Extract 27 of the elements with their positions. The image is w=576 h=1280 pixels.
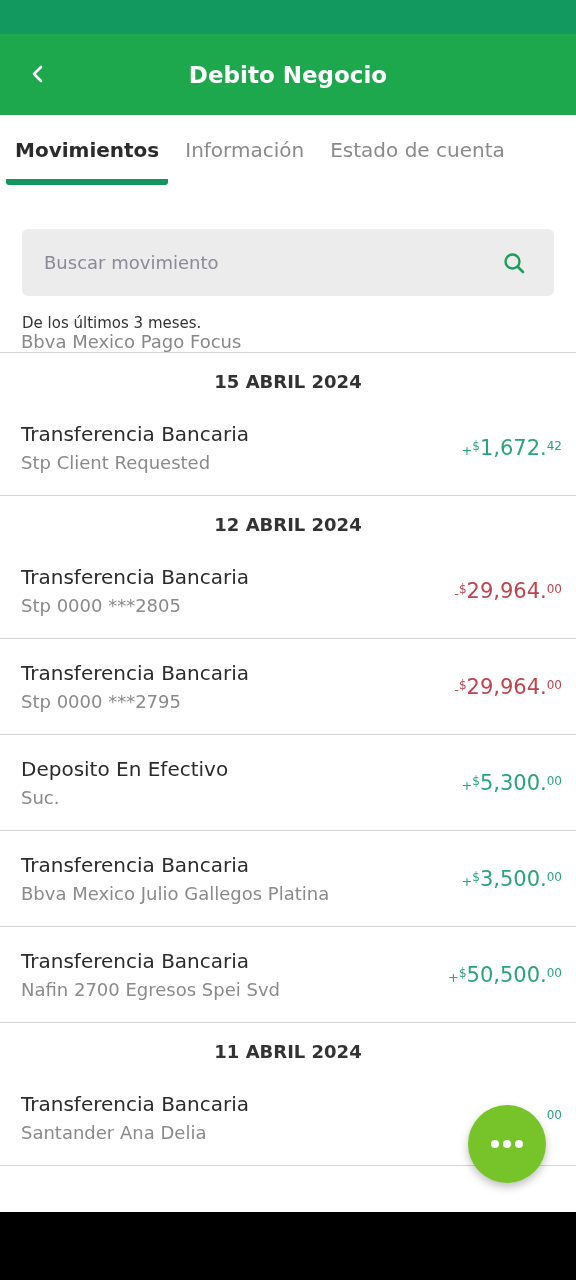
transaction-detail: Stp 0000 ***2795 — [21, 691, 182, 712]
search-icon — [502, 251, 526, 275]
date-heading: 12 ABRIL 2024 — [213, 513, 363, 537]
transaction-title: Transferencia Bancaria — [21, 565, 250, 589]
transaction-detail: Suc. — [21, 787, 61, 808]
back-icon — [30, 64, 44, 84]
transaction-amount: 00 — [546, 1107, 562, 1124]
more-icon — [490, 1139, 524, 1149]
period-note: De los últimos 3 meses. — [21, 313, 203, 332]
transaction-title: Deposito En Efectivo — [21, 757, 229, 781]
more-button[interactable] — [468, 1105, 546, 1183]
transaction-detail: Bbva Mexico Julio Gallegos Platina — [21, 883, 330, 904]
transaction-title: Transferencia Bancaria — [21, 422, 250, 446]
transaction-title: Transferencia Bancaria — [21, 661, 250, 685]
transaction-title: Transferencia Bancaria — [21, 1092, 250, 1116]
transaction-title: Transferencia Bancaria — [21, 853, 251, 877]
transaction-detail: Stp Client Requested — [21, 452, 212, 473]
transaction-detail: Stp 0000 ***2805 — [21, 595, 182, 616]
transaction-detail: Nafin 2700 Egresos Spei Svd — [21, 979, 280, 1000]
transaction-detail: Bbva Mexico Pago Focus — [21, 332, 242, 352]
tab[interactable]: Movimientos — [6, 133, 169, 185]
date-heading: 15 ABRIL 2024 — [213, 370, 363, 394]
search-field[interactable]: Buscar movimiento — [22, 229, 554, 296]
transaction-detail: Santander Ana Delia — [21, 1122, 208, 1143]
date-heading: 11 ABRIL 2024 — [213, 1040, 363, 1064]
transaction-title: Transferencia Bancaria — [21, 949, 251, 973]
screen-title: Debito Negocio — [188, 61, 388, 88]
